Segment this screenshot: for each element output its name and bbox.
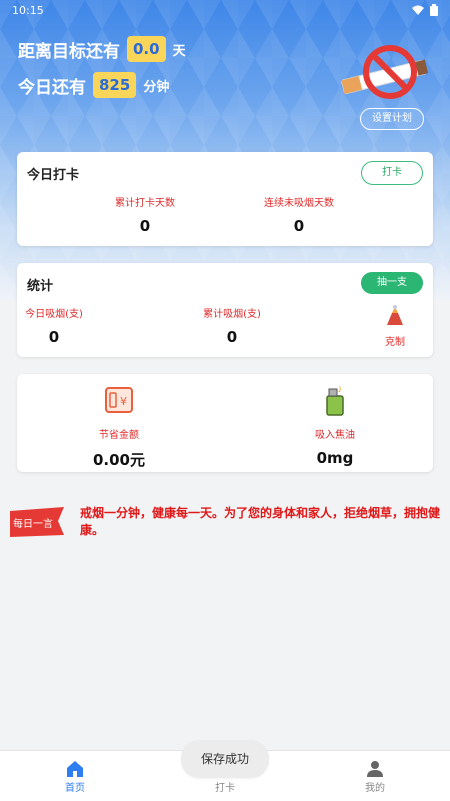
checkin-card-title: 今日打卡 <box>27 168 80 183</box>
stats-card: 统计 抽一支 今日吸烟(支) 0 累计吸烟(支) 0 克制 <box>17 263 433 357</box>
today-smoked-value: 0 <box>48 328 60 346</box>
smoke-free-streak-value: 0 <box>293 217 305 235</box>
total-smoked-label: 累计吸烟(支) <box>203 309 261 320</box>
smoke-free-streak: 连续未吸烟天数 0 <box>249 194 349 235</box>
today-smoked-label: 今日吸烟(支) <box>25 309 83 320</box>
restrain-action[interactable]: 克制 <box>377 303 413 348</box>
tar-inhaled-label: 吸入焦油 <box>315 430 355 441</box>
svg-text:¥: ¥ <box>120 395 127 408</box>
home-icon <box>67 761 83 777</box>
today-minutes-prefix: 今日还有 <box>18 77 86 98</box>
today-minutes-line: 今日还有 825 分钟 <box>18 72 169 98</box>
today-minutes-value: 825 <box>93 72 137 98</box>
money-saved: ¥ 节省金额 0.00元 <box>69 386 169 470</box>
goal-days-value: 0.0 <box>127 36 166 62</box>
total-checkin-days: 累计打卡天数 0 <box>95 194 195 235</box>
money-saved-value: 0.00元 <box>92 451 145 469</box>
tab-mine-label: 我的 <box>365 783 385 794</box>
goal-days-line: 距离目标还有 0.0 天 <box>18 36 186 62</box>
tar-inhaled: 吸入焦油 0mg <box>285 386 385 467</box>
money-saved-label: 节省金额 <box>99 430 139 441</box>
savings-card: ¥ 节省金额 0.00元 吸入焦油 0mg <box>17 374 433 472</box>
toast-message: 保存成功 <box>181 740 269 778</box>
today-smoked: 今日吸烟(支) 0 <box>19 305 89 346</box>
daily-quote-badge-label: 每日一言 <box>13 519 53 530</box>
volcano-icon <box>387 305 403 325</box>
daily-quote-text: 戒烟一分钟，健康每一天。为了您的身体和家人，拒绝烟草，拥抱健康。 <box>80 506 441 537</box>
set-plan-button[interactable]: 设置计划 <box>360 108 424 130</box>
status-icons <box>412 4 438 16</box>
today-minutes-unit: 分钟 <box>143 79 170 95</box>
daily-quote-badge: 每日一言 <box>10 507 64 537</box>
restrain-label: 克制 <box>385 337 405 348</box>
tar-inhaled-value: 0mg <box>316 449 354 467</box>
goal-days-prefix: 距离目标还有 <box>18 41 120 62</box>
tab-home-label: 首页 <box>65 783 85 794</box>
total-smoked: 累计吸烟(支) 0 <box>197 305 267 346</box>
battery-icon <box>430 4 438 16</box>
wifi-icon <box>412 5 424 15</box>
tab-checkin-label: 打卡 <box>215 783 235 794</box>
checkin-button[interactable]: 打卡 <box>361 161 423 185</box>
stats-card-title: 统计 <box>27 279 54 294</box>
status-bar: 10:15 <box>0 0 450 22</box>
tab-mine[interactable]: 我的 <box>345 759 405 794</box>
smoke-one-button[interactable]: 抽一支 <box>361 272 423 294</box>
money-icon: ¥ <box>105 387 133 413</box>
user-icon <box>367 761 383 777</box>
checkin-card: 今日打卡 打卡 累计打卡天数 0 连续未吸烟天数 0 <box>17 152 433 246</box>
total-smoked-value: 0 <box>226 328 238 346</box>
total-checkin-days-label: 累计打卡天数 <box>115 198 175 209</box>
lighter-icon <box>326 386 344 416</box>
tab-home[interactable]: 首页 <box>45 759 105 794</box>
total-checkin-days-value: 0 <box>139 217 151 235</box>
smoke-free-streak-label: 连续未吸烟天数 <box>264 198 334 209</box>
no-smoking-icon <box>341 45 429 99</box>
status-time: 10:15 <box>12 4 44 17</box>
goal-days-unit: 天 <box>172 43 186 59</box>
